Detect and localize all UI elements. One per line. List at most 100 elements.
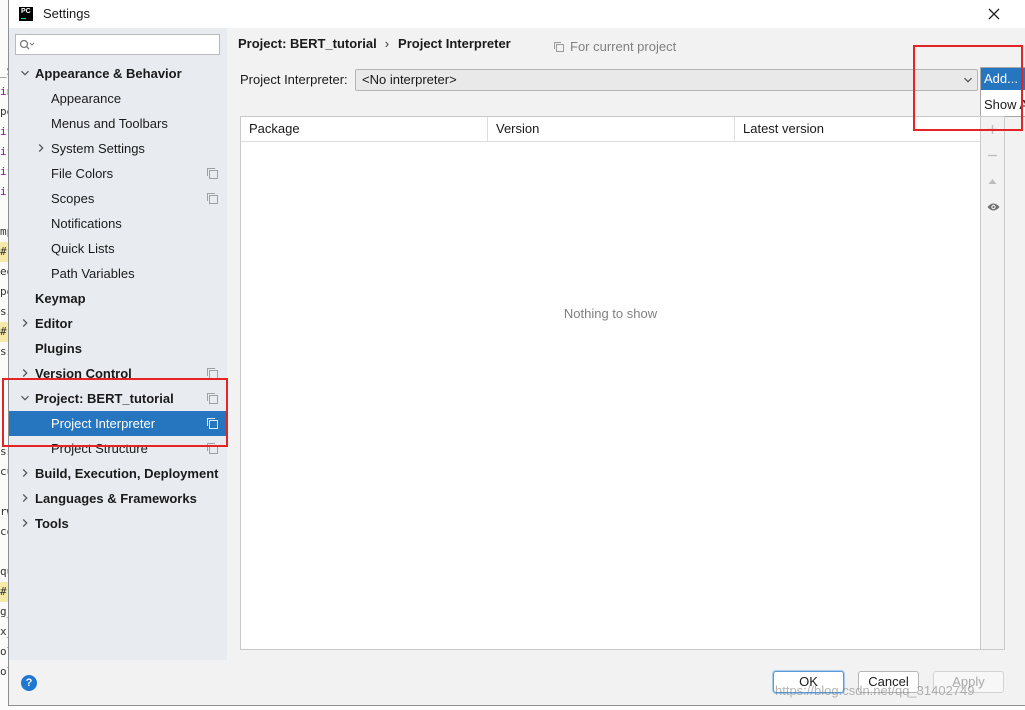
sidebar-item-system-settings[interactable]: System Settings (9, 136, 227, 161)
background-code-fragment: ol (0, 645, 8, 658)
close-button[interactable] (986, 6, 1002, 22)
pycharm-logo-icon: PC (19, 7, 33, 21)
sidebar-item-notifications[interactable]: Notifications (9, 211, 227, 236)
chevron-down-icon[interactable] (963, 75, 973, 85)
copy-icon (554, 42, 564, 52)
cancel-button[interactable]: Cancel (858, 671, 919, 693)
project-level-icon (207, 393, 218, 404)
eye-button[interactable] (981, 195, 1004, 221)
search-input[interactable] (38, 36, 216, 53)
background-code-fragment: # (0, 582, 8, 602)
sidebar-item-label: Notifications (51, 216, 122, 231)
chevron-right-icon[interactable] (36, 143, 46, 153)
project-level-icon (207, 193, 218, 204)
sidebar-item-project-structure[interactable]: Project Structure (9, 436, 227, 461)
chevron-right-icon[interactable] (20, 493, 30, 503)
close-icon (988, 8, 1000, 20)
sidebar-item-label: Version Control (35, 366, 132, 381)
chevron-right-icon[interactable] (20, 318, 30, 328)
background-code-fragment: si (0, 305, 8, 318)
sidebar-item-tools[interactable]: Tools (9, 511, 227, 536)
plus-button[interactable] (981, 117, 1004, 143)
project-level-icon (207, 418, 218, 429)
background-code-fragment: ed (0, 265, 8, 278)
table-header: Package Version Latest version (241, 117, 980, 142)
chevron-right-icon[interactable] (20, 518, 30, 528)
breadcrumb-current: Project Interpreter (398, 36, 511, 51)
settings-tree: Appearance & Behavior Appearance Menus and… (9, 61, 227, 536)
background-code-fragment: if (0, 145, 8, 158)
minus-icon (987, 150, 1000, 162)
triangle-up-button[interactable] (981, 169, 1004, 195)
scope-hint: For current project (570, 39, 677, 54)
sidebar-item-languages-frameworks[interactable]: Languages & Frameworks (9, 486, 227, 511)
background-code-fragment: _S (0, 65, 8, 78)
minus-button[interactable] (981, 143, 1004, 169)
background-code-fragment: if (0, 125, 8, 138)
background-code-fragment: pe (0, 285, 8, 298)
packages-table: Package Version Latest version Nothing t… (240, 116, 1005, 650)
background-code-fragment: ss (0, 345, 8, 358)
sidebar-item-path-variables[interactable]: Path Variables (9, 261, 227, 286)
sidebar-item-plugins[interactable]: Plugins (9, 336, 227, 361)
menu-item-add[interactable]: Add... (981, 68, 1025, 90)
column-header-latest-version[interactable]: Latest version (734, 117, 980, 141)
sidebar-item-appearance[interactable]: Appearance (9, 86, 227, 111)
column-header-package[interactable]: Package (241, 117, 487, 141)
search-icon[interactable] (19, 39, 35, 51)
chevron-down-icon[interactable] (20, 393, 30, 403)
sidebar-item-project-bert-tutorial[interactable]: Project: BERT_tutorial (9, 386, 227, 411)
sidebar-item-label: File Colors (51, 166, 114, 181)
background-code-fragment: mp (0, 225, 8, 238)
add-interpreter-menu: Add... Show A (980, 67, 1025, 117)
sidebar-item-label: Appearance (51, 91, 122, 106)
sidebar-item-label: Keymap (35, 291, 86, 306)
sidebar-item-file-colors[interactable]: File Colors (9, 161, 227, 186)
background-code-fragment: cu (0, 465, 8, 478)
sidebar-item-project-interpreter[interactable]: Project Interpreter (9, 411, 227, 436)
package-table-toolbar (981, 117, 1004, 221)
settings-sidebar: Appearance & Behavior Appearance Menus and… (9, 28, 227, 660)
sidebar-item-label: Path Variables (51, 266, 135, 281)
sidebar-item-label: Languages & Frameworks (35, 491, 197, 506)
empty-table-message: Nothing to show (563, 306, 658, 321)
sidebar-item-label: Tools (35, 516, 69, 531)
background-code-fragment: x_ (0, 625, 8, 638)
background-code-fragment: ss (0, 445, 8, 458)
breadcrumb-separator: › (384, 36, 390, 51)
background-code-fragment: # (0, 322, 8, 342)
sidebar-item-quick-lists[interactable]: Quick Lists (9, 236, 227, 261)
settings-search-box[interactable] (15, 34, 220, 55)
menu-item-show-a[interactable]: Show A (981, 94, 1025, 116)
ok-button[interactable]: OK (773, 671, 844, 693)
sidebar-item-label: Project Structure (51, 441, 148, 456)
sidebar-item-build-execution-deployment[interactable]: Build, Execution, Deployment (9, 461, 227, 486)
interpreter-value: <No interpreter> (362, 72, 457, 87)
interpreter-label: Project Interpreter: (240, 72, 348, 87)
sidebar-item-label: Project: BERT_tutorial (35, 391, 174, 406)
sidebar-item-editor[interactable]: Editor (9, 311, 227, 336)
project-level-icon (207, 368, 218, 379)
triangle-up-icon (987, 176, 1000, 188)
background-code-fragment: if (0, 185, 8, 198)
sidebar-item-menus-and-toolbars[interactable]: Menus and Toolbars (9, 111, 227, 136)
interpreter-dropdown[interactable]: <No interpreter> (355, 69, 978, 91)
help-button[interactable]: ? (21, 675, 37, 691)
column-header-version[interactable]: Version (487, 117, 734, 141)
background-code-fragment: in (0, 85, 8, 98)
sidebar-item-keymap[interactable]: Keymap (9, 286, 227, 311)
breadcrumb: Project: BERT_tutorial › Project Interpret… (238, 36, 511, 52)
background-code-strip: _Sin pe if if if if mp # ed pe si # ss ss cu rw co qu # g_x… (0, 0, 8, 710)
chevron-down-icon[interactable] (20, 68, 30, 78)
chevron-right-icon[interactable] (20, 468, 30, 478)
packages-list[interactable]: Package Version Latest version Nothing t… (241, 117, 981, 649)
background-code-fragment: co (0, 525, 8, 538)
background-code-fragment: rw (0, 505, 8, 518)
sidebar-item-scopes[interactable]: Scopes (9, 186, 227, 211)
apply-button[interactable]: Apply (933, 671, 1004, 693)
sidebar-item-appearance-behavior[interactable]: Appearance & Behavior (9, 61, 227, 86)
project-level-icon (207, 168, 218, 179)
sidebar-item-version-control[interactable]: Version Control (9, 361, 227, 386)
sidebar-item-label: Scopes (51, 191, 95, 206)
chevron-right-icon[interactable] (20, 368, 30, 378)
